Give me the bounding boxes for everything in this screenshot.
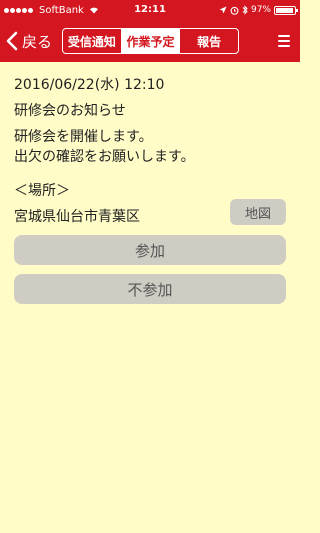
back-button[interactable]: 戻る [6,28,52,54]
tab-received-notifications[interactable]: 受信通知 [63,29,122,53]
map-button[interactable]: 地図 [230,199,286,225]
location-arrow-icon [219,6,227,14]
status-bar: SoftBank 12:11 97% [0,0,300,20]
battery-percent: 97% [250,5,271,15]
attend-button[interactable]: 参加 [14,235,286,265]
app-screen: SoftBank 12:11 97% 戻る 受信通知 作業予定 報告 2016/… [0,0,300,533]
chevron-left-icon [6,31,18,51]
notice-body-line: 研修会を開催します。 [14,129,153,145]
place-value: 宮城県仙台市青葉区 [14,209,140,225]
back-label: 戻る [22,32,53,51]
notice-body-line: 出欠の確認をお願いします。 [14,149,195,165]
battery-icon [274,5,298,15]
alarm-icon [230,6,239,15]
place-header: ＜場所＞ [14,183,70,199]
bluetooth-icon [242,5,248,15]
tab-segmented-control: 受信通知 作業予定 報告 [62,28,239,54]
notice-datetime: 2016/06/22(水) 12:10 [14,77,165,93]
notice-subject: 研修会のお知らせ [14,103,126,119]
status-right: 97% [219,0,298,20]
hamburger-menu-icon[interactable] [278,35,290,47]
tab-work-schedule[interactable]: 作業予定 [121,29,181,53]
decline-button[interactable]: 不参加 [14,274,286,304]
tab-report[interactable]: 報告 [180,29,238,53]
nav-bar: 戻る 受信通知 作業予定 報告 [0,20,300,62]
